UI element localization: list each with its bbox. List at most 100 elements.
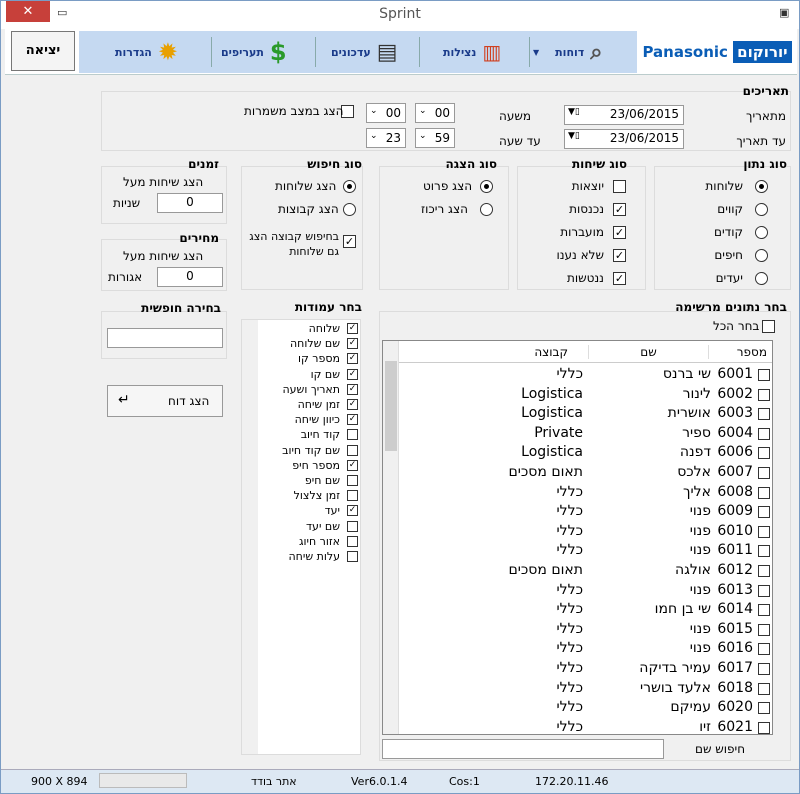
show-detail-radio[interactable] [480, 180, 493, 193]
call-type-checkbox[interactable]: ✓ [613, 272, 626, 285]
from-minute-select[interactable]: ⌄ 00 [415, 103, 455, 123]
table-row[interactable]: כללי אלעד בושרי 6018 [399, 679, 772, 699]
select-all-checkbox[interactable] [762, 320, 775, 333]
seconds-input[interactable]: 0 [157, 193, 223, 213]
to-date-picker[interactable]: ▼▯ 23/06/2015 [564, 129, 684, 149]
data-type-radio[interactable] [755, 203, 768, 216]
row-checkbox[interactable] [758, 565, 770, 577]
column-item[interactable]: כיוון שיחה ✓ [254, 413, 360, 428]
column-item[interactable]: מספר קו ✓ [254, 352, 360, 367]
column-checkbox[interactable]: ✓ [347, 383, 358, 395]
scroll-thumb[interactable] [385, 361, 397, 451]
row-checkbox[interactable] [758, 545, 770, 558]
restore-icon[interactable]: ▣ [779, 6, 789, 19]
column-checkbox[interactable]: ✓ [347, 353, 358, 365]
data-type-radio[interactable] [755, 226, 768, 239]
column-item[interactable]: זמן צלצול [254, 489, 360, 504]
row-checkbox[interactable] [758, 584, 770, 597]
table-row[interactable]: תאום מסכים אולגה 6012 [399, 561, 772, 581]
show-summary-radio[interactable] [480, 203, 493, 216]
data-type-radio[interactable] [755, 180, 768, 193]
call-type-checkbox[interactable]: ✓ [613, 226, 626, 239]
table-row[interactable]: כללי פנוי 6013 [399, 581, 772, 601]
grid-scrollbar[interactable] [383, 341, 399, 734]
row-checkbox[interactable] [758, 369, 770, 381]
column-checkbox[interactable]: ✓ [347, 459, 358, 471]
table-row[interactable]: כללי זיו 6021 [399, 718, 772, 734]
column-item[interactable]: אזור חיוג [254, 535, 360, 550]
show-report-button[interactable]: ↵ הצג דוח [107, 385, 223, 417]
agorot-input[interactable]: 0 [157, 267, 223, 287]
row-checkbox[interactable] [758, 447, 770, 460]
row-checkbox[interactable] [758, 427, 770, 440]
column-checkbox[interactable]: ✓ [347, 399, 358, 410]
ribbon-usage[interactable]: נצילות ▥ [443, 31, 501, 73]
column-item[interactable]: שם חיפ [254, 474, 360, 489]
column-item[interactable]: זמן שיחה ✓ [254, 398, 360, 413]
column-item[interactable]: יעד ✓ [254, 504, 360, 519]
table-row[interactable]: כללי פנוי 6009 [399, 502, 772, 522]
row-checkbox[interactable] [758, 721, 770, 734]
column-item[interactable]: שם קוד חיוב [254, 444, 360, 459]
ribbon-settings[interactable]: הגדרות ✹ [115, 31, 178, 73]
exit-button[interactable]: יציאה [11, 31, 75, 71]
row-checkbox[interactable] [758, 467, 770, 479]
row-checkbox[interactable] [758, 604, 770, 617]
show-groups-radio[interactable] [343, 203, 356, 216]
from-hour-select[interactable]: ⌄ 00 [366, 103, 406, 123]
column-checkbox[interactable] [347, 429, 358, 441]
column-checkbox[interactable] [347, 535, 358, 547]
column-checkbox[interactable] [347, 551, 358, 562]
column-item[interactable]: תאריך ושעה ✓ [254, 383, 360, 398]
column-checkbox[interactable]: ✓ [347, 338, 358, 350]
to-hour-select[interactable]: ⌄ 23 [366, 128, 406, 148]
table-row[interactable]: כללי אליך 6008 [399, 483, 772, 503]
row-checkbox[interactable] [758, 388, 770, 401]
free-choice-input[interactable] [107, 328, 223, 348]
table-row[interactable]: כללי פנוי 6011 [399, 541, 772, 561]
to-minute-select[interactable]: ⌄ 59 [415, 128, 455, 148]
data-type-radio[interactable] [755, 249, 768, 262]
ribbon-reports[interactable]: ▼ דוחות ⌕ [533, 31, 603, 73]
row-checkbox[interactable] [758, 525, 770, 538]
name-search-input[interactable] [382, 739, 664, 759]
row-checkbox[interactable] [758, 408, 770, 421]
call-type-checkbox[interactable]: ✓ [613, 203, 626, 216]
data-type-radio[interactable] [755, 272, 768, 285]
column-checkbox[interactable] [347, 520, 358, 532]
column-item[interactable]: שם קו ✓ [254, 368, 360, 383]
column-item[interactable]: עלות שיחה [254, 550, 360, 565]
ribbon-rates[interactable]: תעריפים $ [221, 31, 287, 73]
table-row[interactable]: Private ספיר 6004 [399, 424, 772, 444]
row-checkbox[interactable] [758, 663, 770, 675]
table-row[interactable]: Logistica אושרית 6003 [399, 404, 772, 424]
column-item[interactable]: שם שלוחה ✓ [254, 337, 360, 352]
row-checkbox[interactable] [758, 682, 770, 695]
column-checkbox[interactable] [347, 490, 358, 502]
table-row[interactable]: כללי עמיר בדיקה 6017 [399, 659, 772, 679]
table-row[interactable]: כללי שי ברנס 6001 [399, 365, 772, 385]
call-type-checkbox[interactable]: ✓ [613, 249, 626, 262]
ribbon-updates[interactable]: עדכונים ▤ [331, 31, 397, 73]
column-checkbox[interactable] [347, 475, 358, 486]
column-item[interactable]: קוד חיוב [254, 428, 360, 443]
from-date-picker[interactable]: ▼▯ 23/06/2015 [564, 105, 684, 125]
column-checkbox[interactable]: ✓ [347, 368, 358, 380]
column-checkbox[interactable]: ✓ [347, 323, 358, 334]
column-item[interactable]: שם יעד [254, 520, 360, 535]
table-row[interactable]: כללי פנוי 6010 [399, 522, 772, 542]
row-checkbox[interactable] [758, 702, 770, 715]
group-extensions-checkbox[interactable]: ✓ [343, 235, 356, 248]
column-checkbox[interactable]: ✓ [347, 505, 358, 517]
table-row[interactable]: Logistica דפנה 6006 [399, 443, 772, 463]
table-row[interactable]: כללי שי בן חמו 6014 [399, 600, 772, 620]
row-checkbox[interactable] [758, 623, 770, 636]
table-row[interactable]: כללי עמיקם 6020 [399, 698, 772, 718]
column-item[interactable]: שלוחה ✓ [254, 322, 360, 337]
column-checkbox[interactable]: ✓ [347, 414, 358, 426]
column-item[interactable]: מספר חיפ ✓ [254, 459, 360, 474]
table-row[interactable]: כללי פנוי 6015 [399, 620, 772, 640]
row-checkbox[interactable] [758, 506, 770, 519]
table-row[interactable]: Logistica לינור 6002 [399, 385, 772, 405]
table-row[interactable]: תאום מסכים אלכס 6007 [399, 463, 772, 483]
